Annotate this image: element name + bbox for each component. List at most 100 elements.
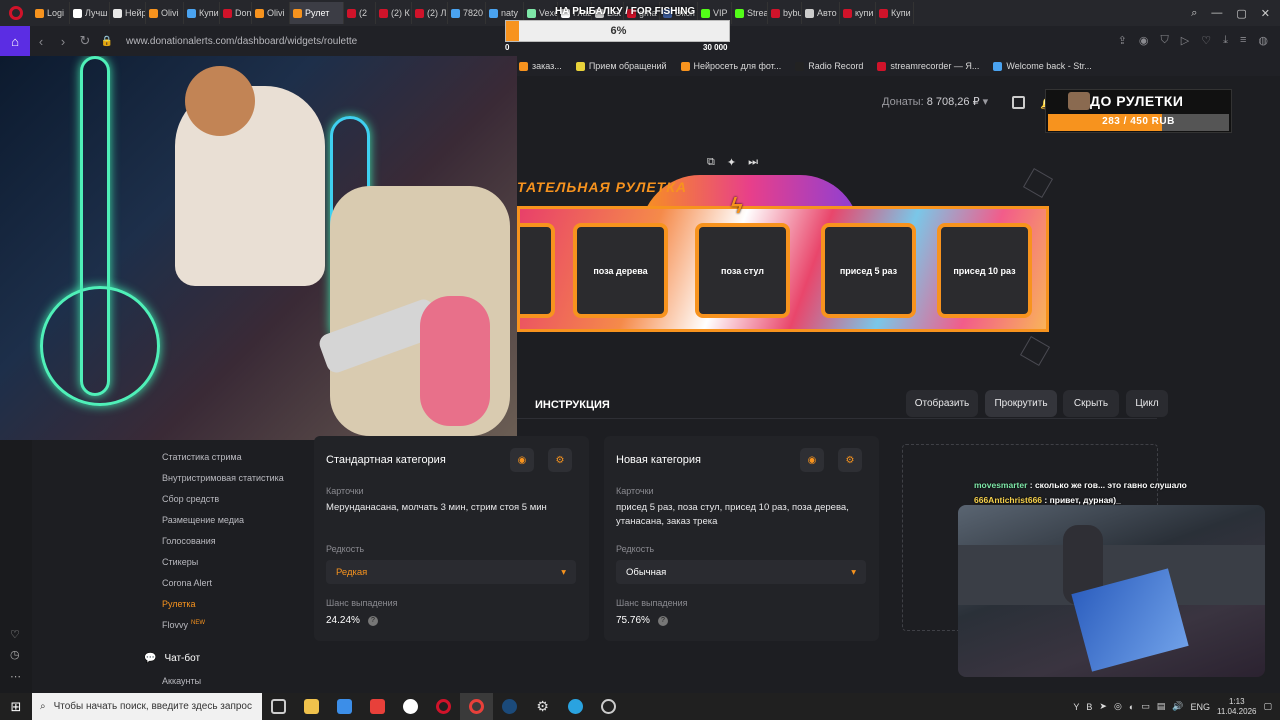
browser-tab[interactable]: Купи bbox=[184, 2, 220, 24]
donates-summary[interactable]: Донаты: 8 708,26 ₽ ▾ bbox=[882, 95, 988, 108]
help-icon[interactable]: ? bbox=[367, 615, 378, 626]
yandex-icon[interactable] bbox=[361, 693, 394, 720]
back-icon[interactable]: ‹ bbox=[30, 34, 52, 49]
minimize-icon[interactable]: — bbox=[1211, 7, 1222, 19]
settings-icon[interactable]: ⚙ bbox=[526, 693, 559, 720]
language-indicator[interactable]: ENG bbox=[1191, 702, 1211, 712]
telegram-icon[interactable] bbox=[559, 693, 592, 720]
sidebar-item[interactable]: Сбор средств bbox=[162, 494, 219, 504]
store-icon[interactable] bbox=[328, 693, 361, 720]
gear-icon[interactable]: ⚙ bbox=[548, 448, 572, 472]
download-icon[interactable]: ⤓ bbox=[1223, 34, 1228, 47]
windows-start-icon[interactable]: ⊞ bbox=[0, 699, 32, 715]
spin-button[interactable]: Прокрутить bbox=[985, 390, 1057, 417]
show-button[interactable]: Отобразить bbox=[906, 390, 978, 417]
yandex-browser-icon[interactable] bbox=[394, 693, 427, 720]
sidebar-item[interactable]: Статистика стрима bbox=[162, 452, 242, 462]
task-view-icon[interactable] bbox=[262, 693, 295, 720]
steam-icon[interactable] bbox=[493, 693, 526, 720]
rarity-select[interactable]: Редкая ▾ bbox=[326, 560, 576, 584]
browser-tab[interactable]: 7820 bbox=[448, 2, 486, 24]
browser-tab[interactable]: Logi bbox=[32, 2, 70, 24]
history-icon[interactable]: ◷ bbox=[10, 648, 20, 661]
browser-tab[interactable]: (2) Л bbox=[412, 2, 448, 24]
network-icon[interactable]: ▤ bbox=[1157, 701, 1166, 712]
share-icon[interactable]: ⇪ bbox=[1118, 34, 1127, 47]
home-icon[interactable]: ⌂ bbox=[0, 26, 30, 56]
copy-icon[interactable]: ⧉ bbox=[707, 156, 715, 169]
clock[interactable]: 1:13 11.04.2026 bbox=[1217, 697, 1256, 717]
more-icon[interactable]: ⋯ bbox=[10, 670, 21, 683]
tab-search-icon[interactable]: ⌕ bbox=[1191, 7, 1197, 20]
heart-icon[interactable]: ♡ bbox=[10, 628, 20, 641]
heart-icon[interactable]: ♡ bbox=[1201, 34, 1211, 47]
clock-time: 1:13 bbox=[1228, 696, 1245, 706]
bookmark-item[interactable]: заказ... bbox=[519, 61, 562, 71]
close-icon[interactable]: ✕ bbox=[1261, 7, 1270, 20]
reload-icon[interactable]: ↻ bbox=[74, 33, 96, 49]
browser-tab[interactable]: (2) К bbox=[376, 2, 412, 24]
sidebar-item[interactable]: Corona Alert bbox=[162, 578, 212, 588]
play-icon[interactable]: ▷ bbox=[1181, 34, 1189, 47]
tray-b-icon[interactable]: B bbox=[1086, 702, 1092, 712]
browser-tab[interactable]: bybu bbox=[768, 2, 802, 24]
browser-tab[interactable]: Нейр bbox=[110, 2, 146, 24]
browser-tab[interactable]: Olivi bbox=[252, 2, 290, 24]
notifications-icon[interactable]: ▢ bbox=[1263, 701, 1272, 712]
shield-icon[interactable]: ⛉ bbox=[1161, 34, 1169, 47]
sidebar-item-accounts[interactable]: Аккаунты bbox=[162, 676, 201, 686]
forward-icon[interactable]: › bbox=[52, 34, 74, 49]
sidebar-item[interactable]: Внутристримовая статистика bbox=[162, 473, 284, 483]
bookmark-item[interactable]: streamrecorder — Я... bbox=[877, 61, 979, 71]
browser-tab[interactable]: Strea bbox=[732, 2, 768, 24]
bookmark-item[interactable]: Welcome back - Str... bbox=[993, 61, 1092, 71]
file-explorer-icon[interactable] bbox=[295, 693, 328, 720]
browser-tab[interactable]: Купи bbox=[876, 2, 914, 24]
maximize-icon[interactable]: ▢ bbox=[1236, 7, 1246, 20]
sidebar-item[interactable]: Стикеры bbox=[162, 557, 198, 567]
browser-tab[interactable]: Авто bbox=[802, 2, 840, 24]
bookmark-item[interactable]: Прием обращений bbox=[575, 61, 667, 71]
rarity-select[interactable]: Обычная ▾ bbox=[616, 560, 866, 584]
tray-display-icon[interactable]: ▭ bbox=[1141, 701, 1150, 712]
volume-icon[interactable]: 🔊 bbox=[1172, 701, 1183, 712]
tray-send-icon[interactable]: ➤ bbox=[1099, 701, 1107, 712]
taskbar-search[interactable]: ⌕ Чтобы начать поиск, введите здесь запр… bbox=[32, 693, 262, 720]
bookmark-item[interactable]: Radio Record bbox=[795, 61, 863, 71]
xbox-icon[interactable] bbox=[592, 693, 625, 720]
hide-button[interactable]: Скрыть bbox=[1063, 390, 1119, 417]
yandex-tray-icon[interactable]: Y bbox=[1073, 702, 1079, 712]
fishing-goal-min: 0 bbox=[505, 43, 510, 52]
sidebar-item[interactable]: Размещение медиа bbox=[162, 515, 244, 525]
sidebar-item[interactable]: Рулетка bbox=[162, 599, 196, 609]
browser-tab[interactable]: Лучш bbox=[70, 2, 110, 24]
tray-app-icon[interactable]: ◎ bbox=[1114, 701, 1122, 712]
gear-icon[interactable]: ⚙ bbox=[838, 448, 862, 472]
menu-icon[interactable]: ≡ bbox=[1240, 34, 1246, 47]
bookmark-item[interactable]: Нейросеть для фот... bbox=[680, 61, 781, 71]
sidebar-item-chatbot[interactable]: 💬 Чат-бот bbox=[144, 653, 200, 664]
opera-menu-icon[interactable] bbox=[0, 0, 32, 26]
url-field[interactable]: www.donationalerts.com/dashboard/widgets… bbox=[126, 36, 357, 47]
skip-icon[interactable]: ⏭ bbox=[748, 156, 758, 169]
opera-icon[interactable] bbox=[427, 693, 460, 720]
cycle-button[interactable]: Цикл bbox=[1126, 390, 1168, 417]
eye-icon[interactable]: ◉ bbox=[510, 448, 534, 472]
sidebar-item[interactable]: Flovvy NEW bbox=[162, 620, 205, 630]
browser-tab[interactable]: Don bbox=[220, 2, 252, 24]
eye-icon[interactable]: ◉ bbox=[800, 448, 824, 472]
tab-label: Нейр bbox=[125, 8, 146, 18]
browser-tab[interactable]: (2 bbox=[344, 2, 376, 24]
browser-tab[interactable]: Рулет bbox=[290, 2, 344, 24]
sparkle-icon[interactable]: ✦ bbox=[727, 156, 736, 169]
help-icon[interactable]: ? bbox=[657, 615, 668, 626]
tray-steam-icon[interactable]: ◐ bbox=[1129, 702, 1134, 712]
sidebar-item[interactable]: Голосования bbox=[162, 536, 216, 546]
camera-icon[interactable]: ◉ bbox=[1139, 34, 1149, 47]
tab-instruction[interactable]: ИНСТРУКЦИЯ bbox=[535, 399, 610, 411]
opera-gx-icon[interactable] bbox=[460, 693, 493, 720]
document-icon[interactable] bbox=[1012, 96, 1025, 109]
profile-icon[interactable]: ◍ bbox=[1258, 34, 1268, 47]
browser-tab[interactable]: Olivi bbox=[146, 2, 184, 24]
browser-tab[interactable]: купи bbox=[840, 2, 876, 24]
